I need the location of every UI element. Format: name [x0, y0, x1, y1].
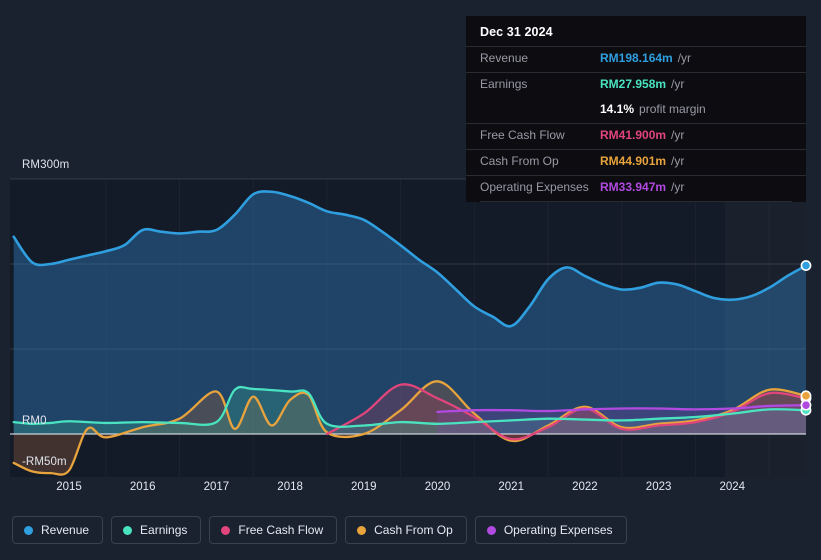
tooltip-row-label: Earnings: [480, 77, 528, 91]
tooltip-row-value: RM44.901m: [600, 154, 667, 168]
legend-item-revenue[interactable]: Revenue: [12, 516, 104, 544]
tooltip-row-profit-margin: 14.1% profit margin: [466, 98, 806, 123]
legend-item-cash-from-op[interactable]: Cash From Op: [345, 516, 467, 544]
legend-color-dot-icon: [221, 525, 231, 535]
x-axis-label-2018: 2018: [277, 481, 303, 493]
legend-item-operating-expenses[interactable]: Operating Expenses: [474, 516, 627, 544]
legend-color-dot-icon: [486, 525, 496, 535]
tooltip-row-label: Free Cash Flow: [480, 128, 565, 142]
tooltip-row-label: Cash From Op: [480, 154, 559, 168]
tooltip-row-unit: /yr: [677, 51, 692, 65]
y-axis-label-0: RM0: [22, 415, 47, 427]
legend-item-label: Earnings: [140, 523, 188, 537]
tooltip-row-cash-from-op: Cash From Op RM44.901m/yr: [466, 149, 806, 175]
tooltip-row-value: 14.1%: [600, 102, 635, 116]
x-axis-label-2016: 2016: [129, 481, 156, 493]
legend-item-free-cash-flow[interactable]: Free Cash Flow: [209, 516, 338, 544]
marker-Revenue: [800, 260, 812, 271]
legend-color-dot-icon: [123, 525, 133, 535]
tooltip-row-unit: /yr: [671, 77, 685, 91]
tooltip-row-label: Operating Expenses: [480, 180, 589, 194]
tooltip-row-unit: /yr: [671, 154, 685, 168]
legend-item-label: Free Cash Flow: [238, 523, 324, 537]
financial-performance-chart: RM300m RM0 -RM50m 2015 2016 2017 2018 2019 20…: [0, 0, 821, 560]
marker-Cash From Op: [800, 390, 812, 402]
y-axis-label-300: RM300m: [22, 159, 70, 171]
tooltip-row-label: Revenue: [480, 51, 529, 65]
x-axis-label-2020: 2020: [424, 481, 451, 493]
x-axis-label-2015: 2015: [56, 481, 82, 493]
tooltip-date: Dec 31 2024: [480, 25, 553, 39]
tooltip-rows: Revenue RM198.164m/yr Earnings RM27.958m/yr…: [466, 46, 806, 201]
x-axis: 2015 2016 2017 2018 2019 2020 2021 2022 2023 2024: [0, 481, 821, 503]
tooltip-row-unit: /yr: [671, 128, 685, 142]
tooltip-row-value: RM33.947m: [600, 180, 667, 194]
legend-color-dot-icon: [24, 525, 33, 535]
y-axis-label-neg50: -RM50m: [22, 456, 67, 468]
legend-color-dot-icon: [357, 525, 367, 535]
data-tooltip: Dec 31 2024 Revenue RM198.164m/yr Earnings…: [466, 16, 806, 202]
x-axis-label-2019: 2019: [351, 481, 377, 493]
tooltip-bottom-rule: [480, 201, 792, 202]
tooltip-row-value: RM41.900m: [600, 128, 667, 142]
x-axis-label-2023: 2023: [645, 481, 672, 493]
tooltip-row-operating-expenses: Operating Expenses RM33.947m/yr: [466, 175, 806, 201]
x-axis-label-2021: 2021: [498, 481, 524, 493]
x-axis-label-2024: 2024: [719, 481, 746, 493]
tooltip-row-earnings: Earnings RM27.958m/yr: [466, 72, 806, 98]
tooltip-row-revenue: Revenue RM198.164m/yr: [466, 46, 806, 72]
x-axis-label-2022: 2022: [572, 481, 598, 493]
marker-Operating Expenses: [800, 399, 812, 411]
tooltip-row-unit: profit margin: [639, 102, 706, 116]
tooltip-row-value: RM27.958m: [600, 77, 667, 91]
tooltip-row-value: RM198.164m: [600, 51, 673, 65]
legend-item-earnings[interactable]: Earnings: [111, 516, 202, 544]
tooltip-row-free-cash-flow: Free Cash Flow RM41.900m/yr: [466, 123, 806, 149]
chart-legend[interactable]: Revenue Earnings Free Cash Flow Cash From O…: [12, 516, 627, 544]
tooltip-row-unit: /yr: [671, 180, 685, 194]
x-axis-label-2017: 2017: [203, 481, 230, 493]
legend-item-label: Operating Expenses: [503, 523, 613, 537]
legend-item-label: Revenue: [41, 523, 90, 537]
legend-item-label: Cash From Op: [374, 523, 453, 537]
